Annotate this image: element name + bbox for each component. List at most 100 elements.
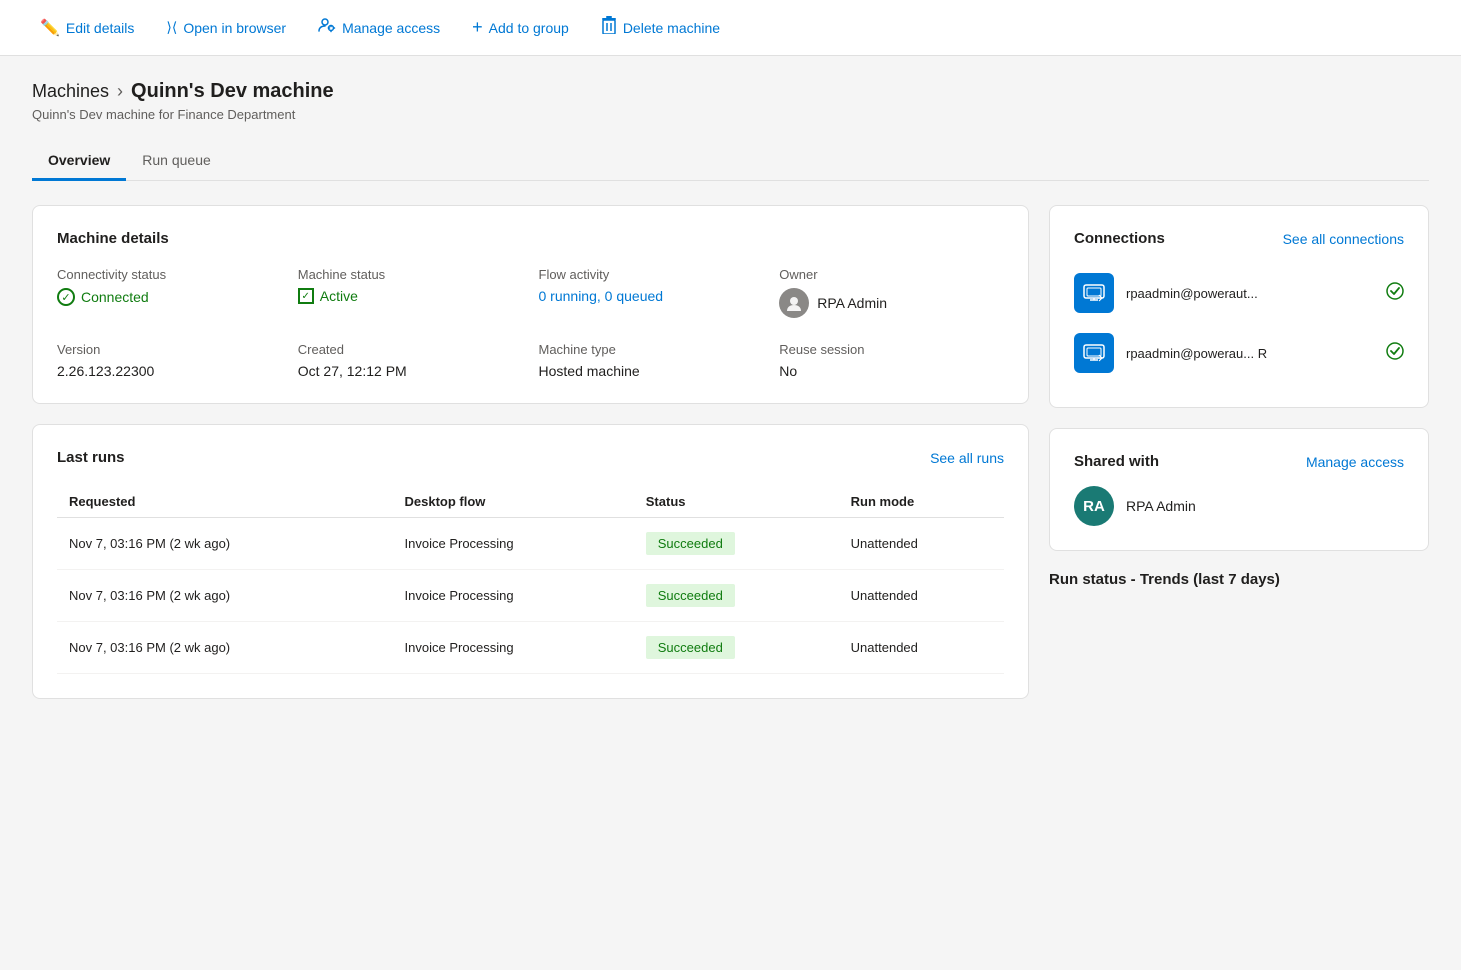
content-grid: Machine details Connectivity status ✓ Co… xyxy=(32,205,1429,719)
cell-status-2: Succeeded xyxy=(634,622,839,674)
breadcrumb-parent[interactable]: Machines xyxy=(32,81,109,102)
tab-run-queue[interactable]: Run queue xyxy=(126,142,227,181)
right-column: Connections See all connections xyxy=(1049,205,1429,719)
last-runs-header: Last runs See all runs xyxy=(57,449,1004,466)
see-all-runs-link[interactable]: See all runs xyxy=(930,450,1004,466)
run-status-trends: Run status - Trends (last 7 days) xyxy=(1049,571,1429,588)
manage-access-label: Manage access xyxy=(342,20,440,36)
tabs: Overview Run queue xyxy=(32,142,1429,181)
machine-details-title: Machine details xyxy=(57,230,1004,247)
manage-access-button[interactable]: Manage access xyxy=(302,8,456,47)
connection-name-2: rpaadmin@powerau... R xyxy=(1126,346,1374,361)
user-avatar-ra: RA xyxy=(1074,486,1114,526)
status-badge-2: Succeeded xyxy=(646,636,735,659)
connectivity-value: ✓ Connected xyxy=(57,288,282,306)
open-in-browser-label: Open in browser xyxy=(183,20,286,36)
col-desktop-flow: Desktop flow xyxy=(393,486,634,518)
shared-with-header: Shared with Manage access xyxy=(1074,453,1404,470)
breadcrumb: Machines › Quinn's Dev machine xyxy=(32,80,1429,103)
connection-name-1: rpaadmin@poweraut... xyxy=(1126,286,1374,301)
page-subtitle: Quinn's Dev machine for Finance Departme… xyxy=(32,107,1429,122)
open-browser-icon: ⟩⟨ xyxy=(166,19,177,36)
detail-version-value: 2.26.123.22300 xyxy=(57,363,282,379)
last-runs-title: Last runs xyxy=(57,449,125,466)
table-row: Nov 7, 03:16 PM (2 wk ago) Invoice Proce… xyxy=(57,570,1004,622)
machine-status-value: ✓ Active xyxy=(298,288,523,304)
cell-flow-0: Invoice Processing xyxy=(393,518,634,570)
table-row: Nov 7, 03:16 PM (2 wk ago) Invoice Proce… xyxy=(57,518,1004,570)
machine-status-text: Active xyxy=(320,288,358,304)
col-run-mode: Run mode xyxy=(839,486,1004,518)
cell-status-0: Succeeded xyxy=(634,518,839,570)
shared-with-title: Shared with xyxy=(1074,453,1159,470)
table-header-row: Requested Desktop flow Status Run mode xyxy=(57,486,1004,518)
flow-activity-value: 0 running, 0 queued xyxy=(539,288,764,304)
cell-flow-2: Invoice Processing xyxy=(393,622,634,674)
tab-overview[interactable]: Overview xyxy=(32,142,126,181)
see-all-connections-link[interactable]: See all connections xyxy=(1283,231,1404,247)
detail-owner: Owner RPA Admin xyxy=(779,267,1004,318)
connected-check-icon: ✓ xyxy=(57,288,75,306)
cell-requested-0: Nov 7, 03:16 PM (2 wk ago) xyxy=(57,518,393,570)
owner-value: RPA Admin xyxy=(779,288,1004,318)
edit-details-label: Edit details xyxy=(66,20,134,36)
cell-status-1: Succeeded xyxy=(634,570,839,622)
detail-connectivity-label: Connectivity status xyxy=(57,267,282,282)
status-badge-0: Succeeded xyxy=(646,532,735,555)
breadcrumb-current: Quinn's Dev machine xyxy=(131,80,334,103)
detail-reuse-session-label: Reuse session xyxy=(779,342,1004,357)
detail-reuse-session-value: No xyxy=(779,363,1004,379)
add-to-group-button[interactable]: + Add to group xyxy=(456,9,585,46)
add-to-group-icon: + xyxy=(472,17,483,38)
detail-created-label: Created xyxy=(298,342,523,357)
cell-mode-0: Unattended xyxy=(839,518,1004,570)
cell-requested-1: Nov 7, 03:16 PM (2 wk ago) xyxy=(57,570,393,622)
cell-flow-1: Invoice Processing xyxy=(393,570,634,622)
connections-title: Connections xyxy=(1074,230,1165,247)
delete-icon xyxy=(601,16,617,39)
detail-machine-type-value: Hosted machine xyxy=(539,363,764,379)
last-runs-card: Last runs See all runs Requested Desktop… xyxy=(32,424,1029,699)
connection-item-1: rpaadmin@poweraut... xyxy=(1074,263,1404,323)
delete-machine-label: Delete machine xyxy=(623,20,720,36)
delete-machine-button[interactable]: Delete machine xyxy=(585,8,736,47)
edit-icon: ✏️ xyxy=(40,18,60,38)
detail-reuse-session: Reuse session No xyxy=(779,342,1004,379)
connection-icon-1 xyxy=(1074,273,1114,313)
connectivity-text: Connected xyxy=(81,289,149,305)
connection-icon-2 xyxy=(1074,333,1114,373)
owner-avatar xyxy=(779,288,809,318)
detail-connectivity-status: Connectivity status ✓ Connected xyxy=(57,267,282,318)
detail-created-value: Oct 27, 12:12 PM xyxy=(298,363,523,379)
connection-item-2: rpaadmin@powerau... R xyxy=(1074,323,1404,383)
toolbar: ✏️ Edit details ⟩⟨ Open in browser Manag… xyxy=(0,0,1461,56)
connections-header: Connections See all connections xyxy=(1074,230,1404,247)
detail-owner-label: Owner xyxy=(779,267,1004,282)
detail-machine-type: Machine type Hosted machine xyxy=(539,342,764,379)
open-in-browser-button[interactable]: ⟩⟨ Open in browser xyxy=(150,11,302,44)
cell-mode-1: Unattended xyxy=(839,570,1004,622)
col-requested: Requested xyxy=(57,486,393,518)
connection-status-1 xyxy=(1386,282,1404,305)
edit-details-button[interactable]: ✏️ Edit details xyxy=(24,10,150,46)
status-badge-1: Succeeded xyxy=(646,584,735,607)
detail-flow-activity: Flow activity 0 running, 0 queued xyxy=(539,267,764,318)
col-status: Status xyxy=(634,486,839,518)
table-row: Nov 7, 03:16 PM (2 wk ago) Invoice Proce… xyxy=(57,622,1004,674)
user-name-ra: RPA Admin xyxy=(1126,498,1196,514)
details-grid: Connectivity status ✓ Connected Machine … xyxy=(57,267,1004,379)
active-checkbox-icon: ✓ xyxy=(298,288,314,304)
detail-version-label: Version xyxy=(57,342,282,357)
left-column: Machine details Connectivity status ✓ Co… xyxy=(32,205,1029,719)
breadcrumb-separator: › xyxy=(117,81,123,102)
manage-access-link[interactable]: Manage access xyxy=(1306,454,1404,470)
detail-version: Version 2.26.123.22300 xyxy=(57,342,282,379)
cell-requested-2: Nov 7, 03:16 PM (2 wk ago) xyxy=(57,622,393,674)
detail-machine-status-label: Machine status xyxy=(298,267,523,282)
main-content: Machines › Quinn's Dev machine Quinn's D… xyxy=(0,56,1461,743)
manage-access-icon xyxy=(318,16,336,39)
cell-mode-2: Unattended xyxy=(839,622,1004,674)
connections-card: Connections See all connections xyxy=(1049,205,1429,408)
add-to-group-label: Add to group xyxy=(489,20,569,36)
detail-flow-activity-label: Flow activity xyxy=(539,267,764,282)
